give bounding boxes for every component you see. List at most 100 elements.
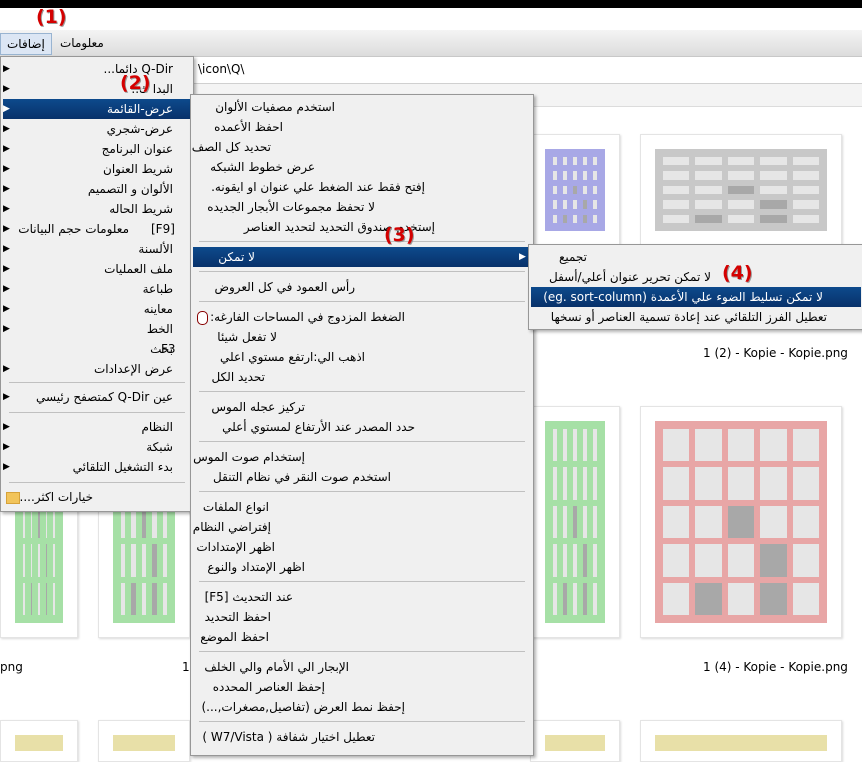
menu-item-more-options[interactable]: خيارات اكثر.... — [3, 487, 191, 507]
menu-item-network[interactable]: شبكة ▶ — [3, 437, 191, 457]
icon-grid-cell — [121, 544, 126, 577]
menu-separator — [199, 301, 525, 302]
icon-grid-cell — [583, 171, 587, 180]
thumbnail-yellow-far[interactable] — [640, 720, 842, 762]
thumbnail-red[interactable] — [640, 406, 842, 638]
icon-grid-cell — [563, 214, 567, 223]
thumbnail-yellow-right[interactable] — [530, 720, 620, 762]
icon-grid-cell — [695, 185, 722, 195]
icon-grid-cell — [573, 429, 577, 462]
menu-item-program-title[interactable]: عنوان البرنامج ▶ — [3, 139, 191, 159]
icon-grid-cell — [663, 505, 690, 539]
submenu-item[interactable]: رأس العمود في كل العروض — [193, 277, 531, 297]
subsub-item-column-highlight[interactable]: لا تمكن تسليط الضوء علي الأعمدة (eg. sor… — [531, 287, 861, 307]
menu-item-qdir-always[interactable]: Q-Dir دائما... ▶ — [3, 59, 191, 79]
icon-grid-cell — [792, 171, 819, 180]
submenu-item[interactable]: اظهر الإمتدادات — [193, 537, 531, 557]
submenu-item[interactable]: إستخدم صندوق التحديد لتحديد العناصر — [193, 217, 531, 237]
chevron-right-icon: ▶ — [3, 244, 10, 254]
menu-separator — [199, 491, 525, 492]
menu-item-font[interactable]: الخط ▶ — [3, 319, 191, 339]
submenu-item[interactable]: عند التحديث [F5] — [193, 587, 531, 607]
submenu-item[interactable]: إحفظ نمط العرض (تفاصيل,مصغرات,...) — [193, 697, 531, 717]
submenu-item[interactable]: إفتح فقط عند الضغط علي عنوان او ايقونه. — [193, 177, 531, 197]
submenu-item[interactable]: استخدم مصفيات الألوان — [193, 97, 531, 117]
icon-grid-cell — [563, 582, 567, 615]
menu-item-tabs[interactable]: الألسنة ▶ — [3, 239, 191, 259]
menu-item-status-bar[interactable]: شريط الحاله ▶ — [3, 199, 191, 219]
menu-item-data-size[interactable]: معلومات حجم البيانات [F9] ▶ — [3, 219, 191, 239]
submenu-item[interactable]: حدد المصدر عند الأرتفاع لمستوي أعلي — [193, 417, 531, 437]
chevron-right-icon: ▶ — [3, 304, 10, 314]
submenu-item[interactable]: تحديد الكل — [193, 367, 531, 387]
menu-item-search[interactable]: بحث F3 — [3, 339, 191, 359]
icon-grid-cell — [152, 544, 157, 577]
subsub-item-autosort[interactable]: تعطيل الفرز التلقائي عند إعادة تسمية الع… — [531, 307, 861, 327]
icon-grid-cell — [792, 505, 819, 539]
icon-grid-cell — [792, 544, 819, 577]
menu-item-file-operations[interactable]: ملف العمليات ▶ — [3, 259, 191, 279]
icon-grid-cell — [573, 214, 577, 223]
menu-item-view-settings[interactable]: عرض الإعدادات ▶ — [3, 359, 191, 379]
submenu-item[interactable]: لا تحفظ مجموعات الأبجار الجديده — [193, 197, 531, 217]
menu-item-print[interactable]: طباعة ▶ — [3, 279, 191, 299]
chevron-right-icon: ▶ — [3, 184, 10, 194]
submenu-item[interactable]: احفظ الأعمده — [193, 117, 531, 137]
icon-grid-cell — [593, 505, 597, 539]
menu-item-start-as[interactable]: البدا ك.. ▶ — [3, 79, 191, 99]
thumbnail-caption: 1 (2) - Kopie - Kopie.png — [703, 346, 848, 360]
icon-grid-cell — [663, 544, 690, 577]
icon-grid-cell — [760, 429, 787, 462]
menu-item-tree-view[interactable]: عرض-شجري ▶ — [3, 119, 191, 139]
icon-grid-cell — [593, 429, 597, 462]
submenu-item[interactable]: إفتراضي النظام — [193, 517, 531, 537]
subsub-item-title-edit[interactable]: لا تمكن تحرير عنوان أعلي/أسفل — [531, 267, 861, 287]
submenu-item[interactable]: انواع الملفات — [193, 497, 531, 517]
menu-item-colors-design[interactable]: الألوان و التصميم ▶ — [3, 179, 191, 199]
submenu-item[interactable]: اظهر الإمتداد والنوع — [193, 557, 531, 577]
icon-grid-cell — [760, 157, 787, 166]
subsub-item-grouping[interactable]: تجميع — [531, 247, 861, 267]
thumbnail-green-right[interactable] — [530, 406, 620, 638]
icon-grid-cell — [53, 582, 55, 615]
menu-addons[interactable]: إضافات — [0, 33, 52, 55]
submenu-item[interactable]: إستخدام صوت الموس — [193, 447, 531, 467]
thumbnail-yellow[interactable] — [98, 720, 190, 762]
menu-item-preview[interactable]: معاينه ▶ — [3, 299, 191, 319]
submenu-item[interactable]: احفظ الموضع — [193, 627, 531, 647]
icon-grid-cell — [760, 544, 787, 577]
submenu-item[interactable]: الإبجار الي الأمام والي الخلف — [193, 657, 531, 677]
icon-grid-cell — [553, 429, 557, 462]
menu-item-autostart[interactable]: بدء التشغيل التلقائي ▶ — [3, 457, 191, 477]
submenu-item-disable[interactable]: لا تمكن ▶ — [193, 247, 531, 267]
icon-grid-cell — [23, 582, 25, 615]
menu-item-list-view[interactable]: عرض-القائمة ▶ — [3, 99, 191, 119]
icon-grid-cell — [663, 171, 690, 180]
menu-item-default-browser[interactable]: عين Q-Dir كمتصفح رئيسي ▶ — [3, 387, 191, 407]
icon-grid-cell — [30, 582, 33, 615]
thumbnail-blue[interactable] — [530, 134, 620, 246]
submenu-item[interactable]: تركيز عجله الموس — [193, 397, 531, 417]
thumbnail-gray[interactable] — [640, 134, 842, 246]
submenu-item[interactable]: لا تفعل شيئا — [193, 327, 531, 347]
icon-grid-cell — [583, 429, 587, 462]
submenu-item[interactable]: اذهب الي:ارتفع مستوي اعلي — [193, 347, 531, 367]
icon-grid-cell — [553, 171, 557, 180]
menu-item-system[interactable]: النظام ▶ — [3, 417, 191, 437]
icon-grid-cell — [573, 582, 577, 615]
icon-grid-cell — [727, 582, 755, 615]
submenu-item[interactable]: إحفظ العناصر المحدده — [193, 677, 531, 697]
submenu-item[interactable]: تحديد كل الصف — [192, 137, 531, 157]
submenu-item[interactable]: عرض خطوط الشبكه — [193, 157, 531, 177]
menu-item-address-bar[interactable]: شريط العنوان ▶ — [3, 159, 191, 179]
icon-grid-cell — [727, 505, 755, 539]
thumbnail-yellow-left[interactable] — [0, 720, 78, 762]
address-path: \icon\Q\ — [198, 62, 245, 76]
submenu-item[interactable]: استخدم صوت النقر في نظام التنقل — [193, 467, 531, 487]
icon-grid-cell — [593, 544, 597, 577]
icon-grid-cell — [573, 157, 577, 166]
icon-grid-cell — [563, 200, 567, 209]
submenu-item[interactable]: احفظ التحديد — [193, 607, 531, 627]
submenu-item[interactable]: تعطيل اختيار شفافة ( W7/Vista ) — [193, 727, 531, 747]
menu-info[interactable]: معلومات — [54, 33, 110, 53]
